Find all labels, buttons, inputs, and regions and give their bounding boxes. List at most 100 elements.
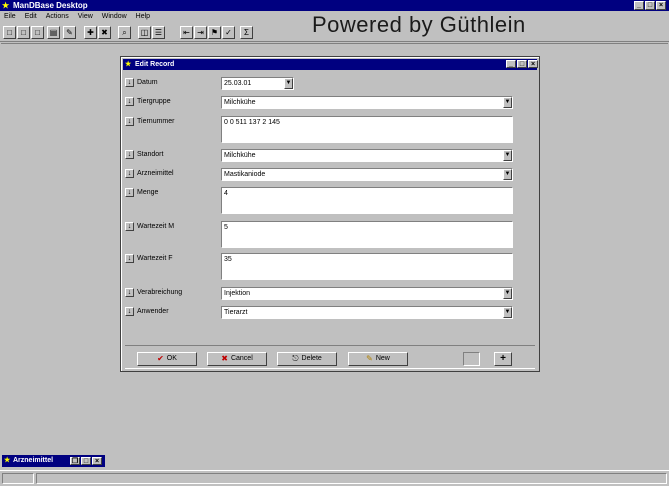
report-icon[interactable]: ✓ [222, 26, 235, 39]
field-toggle-icon[interactable]: ↓ [125, 222, 134, 231]
menu-edit[interactable]: Edit [25, 11, 37, 23]
checkmark-icon: ✔ [157, 354, 164, 363]
status-pane-main [36, 473, 667, 484]
cancel-label: Cancel [230, 355, 253, 362]
field-toggle-icon[interactable]: ↓ [125, 117, 134, 126]
close-button[interactable]: × [656, 1, 666, 10]
field-label: Wartezeit F [137, 255, 173, 262]
add-record-icon[interactable]: ✚ [84, 26, 97, 39]
arzneimittel-value: Mastikaniode [224, 171, 266, 178]
menu-actions[interactable]: Actions [46, 11, 69, 23]
menu-view[interactable]: View [78, 11, 93, 23]
field-toggle-icon[interactable]: ↓ [125, 288, 134, 297]
cancel-button[interactable]: ✖ Cancel [207, 352, 267, 366]
standort-dropdown[interactable]: Milchkühe ▼ [221, 149, 513, 162]
menge-field[interactable]: 4 [221, 187, 513, 214]
field-label: Anwender [137, 308, 169, 315]
menu-window[interactable]: Window [102, 11, 127, 23]
field-toggle-icon[interactable]: ↓ [125, 307, 134, 316]
ok-label: OK [166, 355, 177, 362]
field-toggle-icon[interactable]: ↓ [125, 188, 134, 197]
field-label: Verabreichung [137, 289, 183, 296]
filter-icon[interactable]: ⚑ [208, 26, 221, 39]
add-button[interactable]: + [494, 352, 512, 366]
tiergruppe-dropdown[interactable]: Milchkühe ▼ [221, 96, 513, 109]
open-icon[interactable]: □ [17, 26, 30, 39]
field-toggle-icon[interactable]: ↓ [125, 169, 134, 178]
edit-window-controls: _ □ × [506, 60, 538, 68]
status-bar [0, 470, 669, 486]
window-icon: ★ [4, 457, 11, 464]
tiernummer-field[interactable]: 0 0 511 137 2 145 [221, 116, 513, 143]
chevron-down-icon[interactable]: ▼ [503, 307, 512, 318]
delete-button[interactable]: ⎋ Delete [277, 352, 337, 366]
menu-file[interactable]: Eile [4, 11, 16, 23]
chevron-down-icon[interactable]: ▼ [503, 288, 512, 299]
verabreichung-value: Injektion [224, 290, 251, 297]
chevron-down-icon[interactable]: ▼ [284, 78, 293, 89]
wartezeit-f-field[interactable]: 35 [221, 253, 513, 280]
chevron-down-icon[interactable]: ▼ [503, 150, 512, 161]
cancel-x-icon: ✖ [221, 354, 228, 363]
restore-button[interactable]: ❐ [70, 457, 80, 465]
field-toggle-icon[interactable]: ↓ [125, 254, 134, 263]
new-button[interactable]: ✎ New [348, 352, 408, 366]
delete-label: Delete [301, 355, 322, 362]
chevron-down-icon[interactable]: ▼ [503, 97, 512, 108]
menu-help[interactable]: Help [136, 11, 150, 23]
datum-value: 25.03.01 [224, 80, 252, 87]
field-label: Arzneimittel [137, 170, 174, 177]
find-icon[interactable]: ⌕ [118, 26, 131, 39]
anwender-value: Tierarzt [224, 309, 248, 316]
maximize-button[interactable]: □ [81, 457, 91, 465]
powered-by-banner: Powered by Güthlein [312, 12, 526, 37]
new-document-icon: ✎ [366, 354, 373, 363]
field-label: Datum [137, 79, 158, 86]
copy-icon[interactable]: ▤ [47, 26, 60, 39]
export-icon[interactable]: ⇥ [194, 26, 207, 39]
delete-record-icon[interactable]: ✖ [98, 26, 111, 39]
window-icon: ★ [125, 61, 132, 68]
blank-indicator [463, 352, 480, 366]
maximize-button[interactable]: □ [645, 1, 655, 10]
list-icon[interactable]: ☰ [152, 26, 165, 39]
print-icon[interactable]: □ [31, 26, 44, 39]
sum-icon[interactable]: Σ [240, 26, 253, 39]
app-titlebar: ★ ManDBase Desktop _ □ × [0, 0, 669, 11]
action-button-bar: ✔ OK ✖ Cancel ⎋ Delete ✎ New + [125, 345, 535, 369]
app-window-controls: _ □ × [634, 1, 666, 10]
minimized-window-arzneimittel[interactable]: ★ Arzneimittel ❐ □ × [2, 455, 105, 467]
field-label: Tiernummer [137, 118, 175, 125]
edit-icon[interactable]: ✎ [63, 26, 76, 39]
datum-dropdown[interactable]: 25.03.01 ▼ [221, 77, 294, 90]
edit-minimize-button[interactable]: _ [506, 60, 516, 68]
standort-value: Milchkühe [224, 152, 256, 159]
status-pane-left [2, 473, 34, 484]
minimize-button[interactable]: _ [634, 1, 644, 10]
edit-close-button[interactable]: × [528, 60, 538, 68]
edit-record-titlebar: ★ Edit Record _ □ × [123, 59, 538, 70]
close-button[interactable]: × [92, 457, 102, 465]
minimized-window-controls: ❐ □ × [70, 457, 102, 465]
field-toggle-icon[interactable]: ↓ [125, 150, 134, 159]
view-icon[interactable]: ◫ [138, 26, 151, 39]
arzneimittel-dropdown[interactable]: Mastikaniode ▼ [221, 168, 513, 181]
field-label: Standort [137, 151, 164, 158]
wartezeit-m-field[interactable]: 5 [221, 221, 513, 248]
new-icon[interactable]: □ [3, 26, 16, 39]
field-label: Tiergruppe [137, 98, 171, 105]
tiergruppe-value: Milchkühe [224, 99, 256, 106]
import-icon[interactable]: ⇤ [180, 26, 193, 39]
field-toggle-icon[interactable]: ↓ [125, 97, 134, 106]
ok-button[interactable]: ✔ OK [137, 352, 197, 366]
field-toggle-icon[interactable]: ↓ [125, 78, 134, 87]
field-label: Menge [137, 189, 159, 196]
trash-icon: ⎋ [292, 354, 299, 363]
verabreichung-dropdown[interactable]: Injektion ▼ [221, 287, 513, 300]
edit-maximize-button[interactable]: □ [517, 60, 527, 68]
anwender-dropdown[interactable]: Tierarzt ▼ [221, 306, 513, 319]
new-label: New [375, 355, 390, 362]
edit-record-window: ★ Edit Record _ □ × ↓ Datum 25.03.01 ▼ ↓… [120, 56, 540, 372]
chevron-down-icon[interactable]: ▼ [503, 169, 512, 180]
app-title: ManDBase Desktop [13, 1, 88, 10]
